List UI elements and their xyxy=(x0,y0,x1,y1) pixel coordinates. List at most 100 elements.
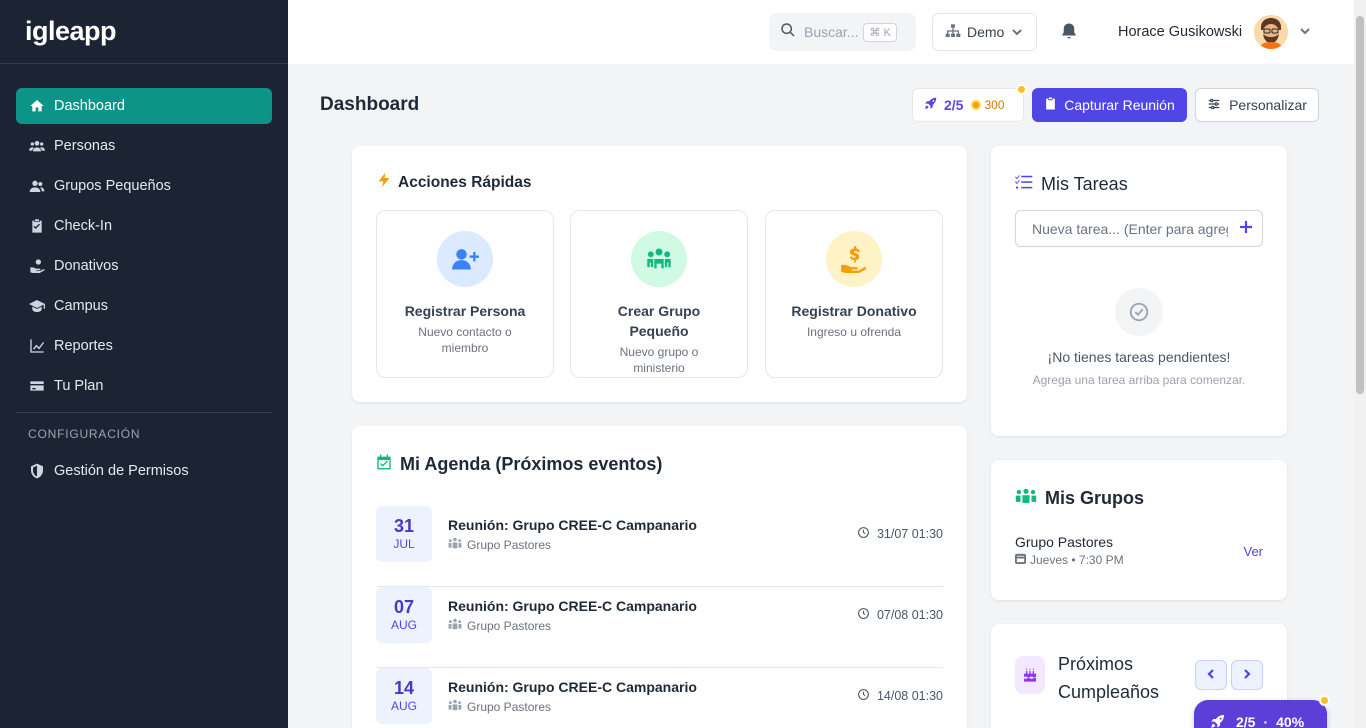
agenda-event-row[interactable]: 14 AUG Reunión: Grupo CREE-C Campanario … xyxy=(376,668,943,728)
agenda-title-text: Mi Agenda (Próximos eventos) xyxy=(400,454,663,474)
org-selector[interactable]: Demo xyxy=(932,13,1037,51)
tile-subtitle: Ingreso u ofrenda xyxy=(806,325,902,339)
org-label: Demo xyxy=(967,24,1005,40)
group-name: Grupo Pastores xyxy=(1015,534,1114,550)
event-day: 14 xyxy=(393,678,415,698)
user-menu[interactable]: Horace Gusikowski xyxy=(1118,14,1310,50)
event-group: Grupo Pastores xyxy=(448,618,551,633)
quick-actions-title: Acciones Rápidas xyxy=(376,172,532,193)
event-time-text: 31/07 01:30 xyxy=(876,527,943,541)
event-title: Reunión: Grupo CREE-C Campanario xyxy=(448,679,697,695)
clock-icon xyxy=(857,526,877,542)
hand-holding-icon xyxy=(28,257,46,275)
agenda-card: Mi Agenda (Próximos eventos) 31 JUL Reun… xyxy=(352,426,967,728)
page-scrollbar[interactable] xyxy=(1354,0,1366,728)
calendar-check-icon xyxy=(376,454,400,475)
sidebar-item-label: Donativos xyxy=(54,258,119,274)
tasks-title: Mis Tareas xyxy=(1015,174,1128,195)
tile-title: Crear Grupo Pequeño xyxy=(617,303,701,339)
notification-dot xyxy=(1319,695,1330,706)
group-schedule: Jueves • 7:30 PM xyxy=(1015,553,1124,567)
sidebar: igleapp Dashboard Personas Grupos Pequeñ… xyxy=(0,0,288,728)
people-group-icon xyxy=(1015,488,1045,509)
fab-percent: 40% xyxy=(1276,714,1305,728)
new-task-input[interactable] xyxy=(1015,210,1263,247)
event-group-name: Grupo Pastores xyxy=(467,618,552,633)
avatar xyxy=(1254,15,1289,49)
sidebar-item-label: Campus xyxy=(54,298,108,314)
next-birthday-button[interactable] xyxy=(1231,660,1263,690)
event-time: 07/08 01:30 xyxy=(857,607,943,623)
event-time: 14/08 01:30 xyxy=(857,688,943,704)
onboarding-progress-fab[interactable]: 2/5 · 40% xyxy=(1194,700,1327,728)
event-month: JUL xyxy=(393,537,415,551)
search-box[interactable]: Buscar... ⌘ K xyxy=(769,13,916,51)
group-icon xyxy=(448,618,467,633)
event-group: Grupo Pastores xyxy=(448,537,551,552)
sidebar-section-label: CONFIGURACIÓN xyxy=(28,427,141,441)
sidebar-item-label: Reportes xyxy=(54,338,113,354)
event-date-badge: 07 AUG xyxy=(376,587,432,643)
group-schedule-text: Jueves • 7:30 PM xyxy=(1030,553,1124,567)
sitemap-icon xyxy=(945,23,961,42)
sidebar-item-personas[interactable]: Personas xyxy=(16,128,272,164)
scrollbar-thumb[interactable] xyxy=(1356,16,1364,394)
quick-actions-card: Acciones Rápidas Registrar Persona Nuevo… xyxy=(352,146,967,402)
add-task-plus-icon[interactable] xyxy=(1239,220,1255,236)
agenda-event-row[interactable]: 31 JUL Reunión: Grupo CREE-C Campanario … xyxy=(376,506,943,587)
event-day: 31 xyxy=(393,516,415,536)
register-donation-tile[interactable]: Registrar Donativo Ingreso u ofrenda xyxy=(765,210,943,378)
clock-icon xyxy=(857,688,877,704)
check-circle-icon xyxy=(1115,288,1163,336)
empty-tasks-title: ¡No tienes tareas pendientes! xyxy=(1047,349,1231,365)
event-month: AUG xyxy=(390,699,417,713)
brand-logo[interactable]: igleapp xyxy=(0,0,288,64)
chevron-right-icon xyxy=(1242,666,1252,684)
customize-button[interactable]: Personalizar xyxy=(1195,88,1319,122)
credit-card-icon xyxy=(28,377,46,395)
agenda-event-row[interactable]: 07 AUG Reunión: Grupo CREE-C Campanario … xyxy=(376,587,943,668)
sidebar-item-gestion-permisos[interactable]: Gestión de Permisos xyxy=(16,453,272,489)
clock-icon xyxy=(857,607,877,623)
event-time-text: 07/08 01:30 xyxy=(876,608,943,622)
sidebar-item-grupos-pequenos[interactable]: Grupos Pequeños xyxy=(16,168,272,204)
clipboard-icon xyxy=(1044,97,1064,113)
sidebar-item-reportes[interactable]: Reportes xyxy=(16,328,272,364)
view-group-link[interactable]: Ver xyxy=(1243,544,1263,559)
sidebar-item-donativos[interactable]: Donativos xyxy=(16,248,272,284)
sidebar-item-campus[interactable]: Campus xyxy=(16,288,272,324)
sidebar-item-label: Personas xyxy=(54,138,116,154)
tile-subtitle: Nuevo contacto o miembro xyxy=(418,325,512,355)
empty-tasks-subtitle: Agrega una tarea arriba para comenzar. xyxy=(1032,373,1246,387)
tasks-title-text: Mis Tareas xyxy=(1041,174,1128,194)
register-person-tile[interactable]: Registrar Persona Nuevo contacto o miemb… xyxy=(376,210,554,378)
event-group-name: Grupo Pastores xyxy=(467,537,552,552)
event-time: 31/07 01:30 xyxy=(857,526,943,542)
progress-fraction: 2/5 xyxy=(944,97,964,113)
tasks-card: Mis Tareas ¡No tienes tareas pendientes!… xyxy=(991,146,1287,436)
prev-birthday-button[interactable] xyxy=(1195,660,1227,690)
groups-card: Mis Grupos Grupo Pastores Jueves • 7:30 … xyxy=(991,460,1287,600)
sidebar-item-label: Grupos Pequeños xyxy=(54,178,171,194)
capture-meeting-button[interactable]: Capturar Reunión xyxy=(1032,88,1187,122)
group-icon xyxy=(448,699,467,714)
group-icon xyxy=(448,537,467,552)
notifications-bell-icon[interactable] xyxy=(1060,22,1080,42)
birthday-cake-icon xyxy=(1015,656,1045,694)
rocket-icon xyxy=(1210,713,1236,728)
event-date-badge: 31 JUL xyxy=(376,506,432,562)
onboarding-progress-chip[interactable]: 2/5 300 xyxy=(912,88,1024,122)
event-date-badge: 14 AUG xyxy=(376,668,432,724)
sidebar-item-check-in[interactable]: Check-In xyxy=(16,208,272,244)
tile-subtitle: Nuevo grupo o ministerio xyxy=(619,345,699,375)
customize-label: Personalizar xyxy=(1229,97,1307,113)
list-check-icon xyxy=(1015,174,1041,195)
sidebar-item-label: Dashboard xyxy=(54,98,125,114)
clipboard-check-icon xyxy=(28,217,46,235)
graduation-cap-icon xyxy=(28,297,46,315)
create-group-tile[interactable]: Crear Grupo Pequeño Nuevo grupo o minist… xyxy=(570,210,748,378)
event-group: Grupo Pastores xyxy=(448,699,551,714)
sidebar-item-tu-plan[interactable]: Tu Plan xyxy=(16,368,272,404)
sidebar-item-dashboard[interactable]: Dashboard xyxy=(16,88,272,124)
page-title: Dashboard xyxy=(320,94,420,115)
